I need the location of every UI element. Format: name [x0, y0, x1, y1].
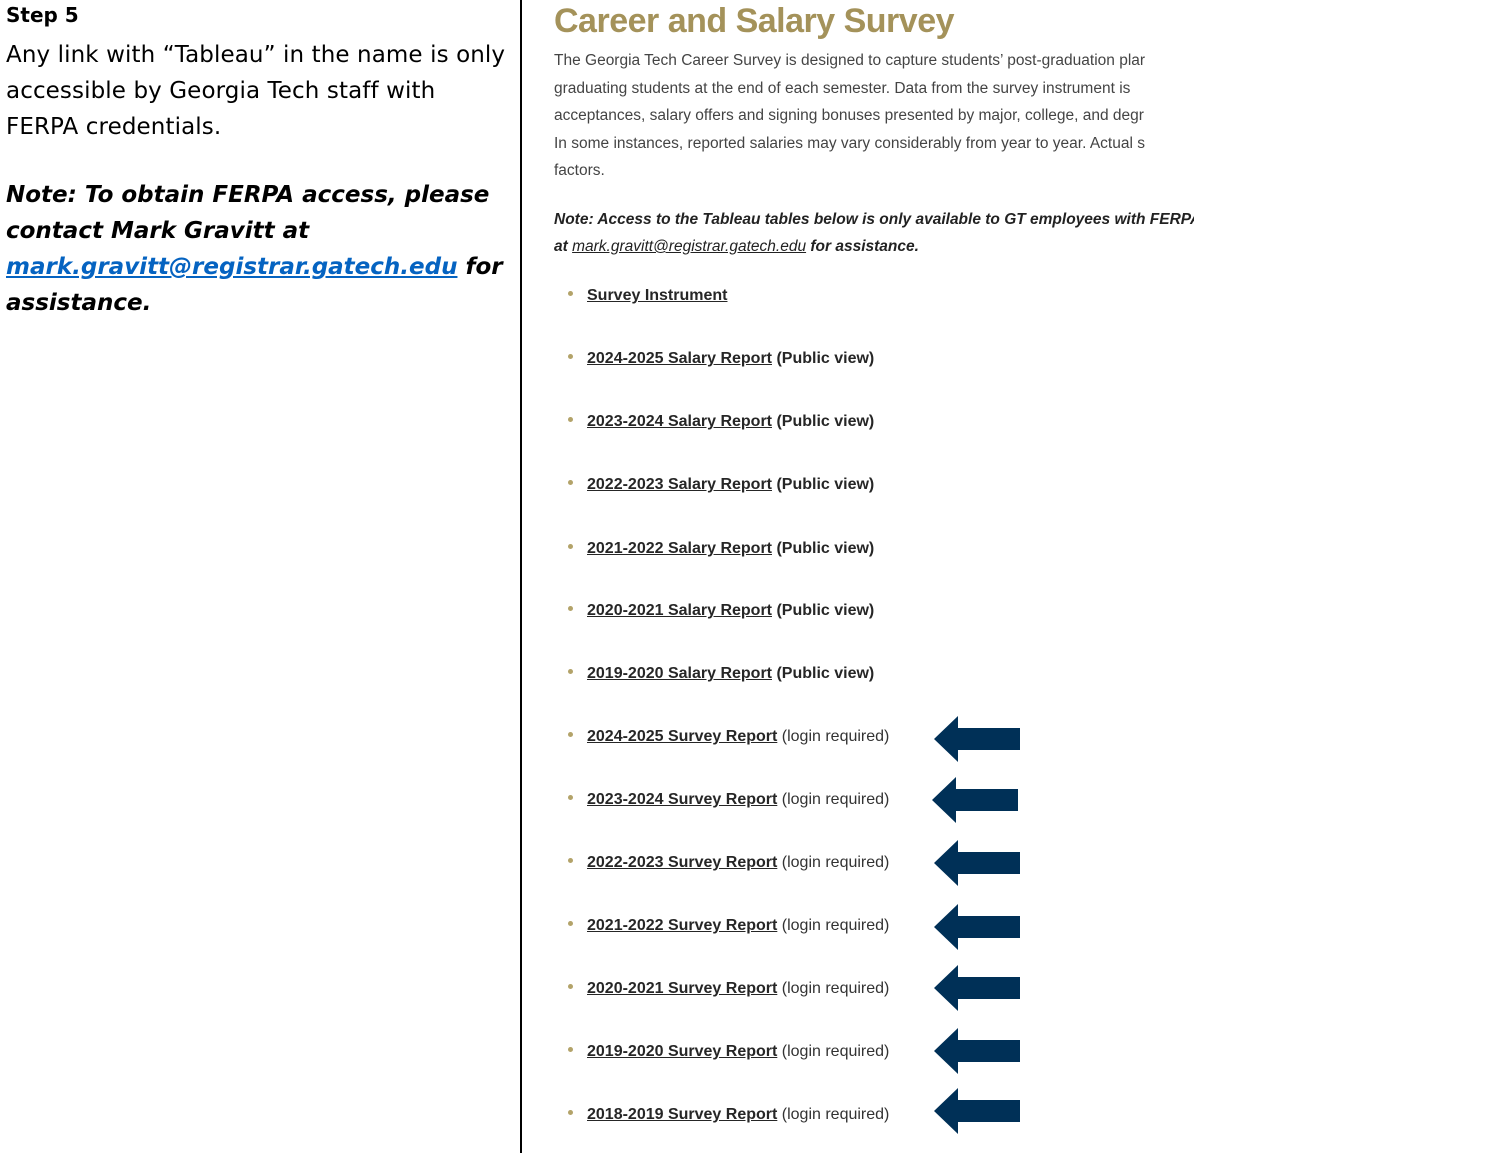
left-arrow-icon: [934, 716, 1020, 762]
bullet-icon: [568, 544, 573, 550]
link-suffix: (Public view): [772, 350, 875, 367]
list-item: 2021-2022 Salary Report (Public view): [568, 538, 874, 560]
link-suffix: (Public view): [772, 476, 875, 493]
salary-report-link[interactable]: 2020-2021 Salary Report: [587, 602, 772, 619]
access-note-email-link[interactable]: mark.gravitt@registrar.gatech.edu: [572, 238, 806, 255]
bullet-icon: [568, 291, 573, 297]
survey-instrument-link[interactable]: Survey Instrument: [587, 287, 727, 304]
bullet-icon: [568, 1047, 573, 1053]
access-note-at: at: [554, 238, 573, 255]
list-item: 2024-2025 Salary Report (Public view): [568, 348, 874, 370]
list-item: 2022-2023 Survey Report (login required): [568, 852, 889, 874]
left-arrow-icon: [934, 1088, 1020, 1134]
list-item: 2022-2023 Salary Report (Public view): [568, 474, 874, 496]
survey-report-link[interactable]: 2020-2021 Survey Report: [587, 980, 777, 997]
link-suffix: (login required): [777, 854, 890, 871]
bullet-icon: [568, 984, 573, 990]
survey-report-link[interactable]: 2021-2022 Survey Report: [587, 917, 777, 934]
survey-report-link[interactable]: 2019-2020 Survey Report: [587, 1043, 777, 1060]
bullet-icon: [568, 921, 573, 927]
link-suffix: (Public view): [772, 540, 875, 557]
bullet-icon: [568, 858, 573, 864]
intro-line: acceptances, salary offers and signing b…: [554, 107, 1144, 124]
list-item: 2020-2021 Survey Report (login required): [568, 978, 889, 1000]
salary-report-link[interactable]: 2021-2022 Salary Report: [587, 540, 772, 557]
salary-report-link[interactable]: 2024-2025 Salary Report: [587, 350, 772, 367]
link-suffix: (login required): [777, 1106, 890, 1123]
bullet-icon: [568, 417, 573, 423]
list-item: 2019-2020 Survey Report (login required): [568, 1041, 889, 1063]
list-item: 2021-2022 Survey Report (login required): [568, 915, 889, 937]
page-title: Career and Salary Survey: [554, 2, 955, 40]
survey-report-link[interactable]: 2022-2023 Survey Report: [587, 854, 777, 871]
step-title: Step 5: [6, 3, 79, 27]
tableau-access-note: Note: Access to the Tableau tables below…: [554, 206, 1194, 260]
link-suffix: (Public view): [772, 602, 875, 619]
instruction-column: Step 5 Any link with “Tableau” in the na…: [0, 0, 522, 1153]
link-suffix: (login required): [777, 791, 890, 808]
list-item: 2023-2024 Survey Report (login required): [568, 789, 889, 811]
left-arrow-icon: [932, 777, 1018, 823]
link-suffix: (Public view): [772, 665, 875, 682]
bullet-icon: [568, 795, 573, 801]
survey-report-link[interactable]: 2024-2025 Survey Report: [587, 728, 777, 745]
survey-report-link[interactable]: 2018-2019 Survey Report: [587, 1106, 777, 1123]
step-body: Any link with “Tableau” in the name is o…: [6, 42, 506, 140]
bullet-icon: [568, 480, 573, 486]
link-suffix: (Public view): [772, 413, 875, 430]
left-arrow-icon: [934, 1028, 1020, 1074]
salary-report-link[interactable]: 2019-2020 Salary Report: [587, 665, 772, 682]
bullet-icon: [568, 606, 573, 612]
link-suffix: (login required): [777, 917, 890, 934]
bullet-icon: [568, 1110, 573, 1116]
survey-report-link[interactable]: 2023-2024 Survey Report: [587, 791, 777, 808]
bullet-icon: [568, 732, 573, 738]
list-item: 2020-2021 Salary Report (Public view): [568, 600, 874, 622]
left-arrow-icon: [934, 904, 1020, 950]
intro-line: In some instances, reported salaries may…: [554, 134, 1145, 152]
salary-report-link[interactable]: 2022-2023 Salary Report: [587, 476, 772, 493]
intro-paragraph: The Georgia Tech Career Survey is design…: [554, 47, 1194, 185]
link-suffix: (login required): [777, 728, 890, 745]
ferpa-email-link[interactable]: mark.gravitt@registrar.gatech.edu: [6, 254, 457, 280]
link-suffix: (login required): [777, 1043, 890, 1060]
intro-line: The Georgia Tech Career Survey is design…: [554, 52, 1146, 69]
salary-report-link[interactable]: 2023-2024 Salary Report: [587, 413, 772, 430]
access-note-suffix: for assistance.: [806, 238, 919, 255]
career-survey-page: Career and Salary Survey The Georgia Tec…: [524, 0, 1194, 1153]
list-item: Survey Instrument: [568, 285, 727, 307]
ferpa-note-prefix: Note: To obtain FERPA access, please con…: [6, 182, 490, 244]
ferpa-note: Note: To obtain FERPA access, please con…: [6, 177, 516, 321]
left-arrow-icon: [934, 840, 1020, 886]
list-item: 2018-2019 Survey Report (login required): [568, 1104, 889, 1126]
list-item: 2019-2020 Salary Report (Public view): [568, 663, 874, 685]
intro-line: factors.: [554, 162, 605, 179]
bullet-icon: [568, 354, 573, 360]
list-item: 2024-2025 Survey Report (login required): [568, 726, 889, 748]
list-item: 2023-2024 Salary Report (Public view): [568, 411, 874, 433]
left-arrow-icon: [934, 965, 1020, 1011]
bullet-icon: [568, 669, 573, 675]
access-note-line1: Note: Access to the Tableau tables below…: [554, 211, 1194, 228]
intro-line: graduating students at the end of each s…: [554, 79, 1131, 97]
link-suffix: (login required): [777, 980, 890, 997]
